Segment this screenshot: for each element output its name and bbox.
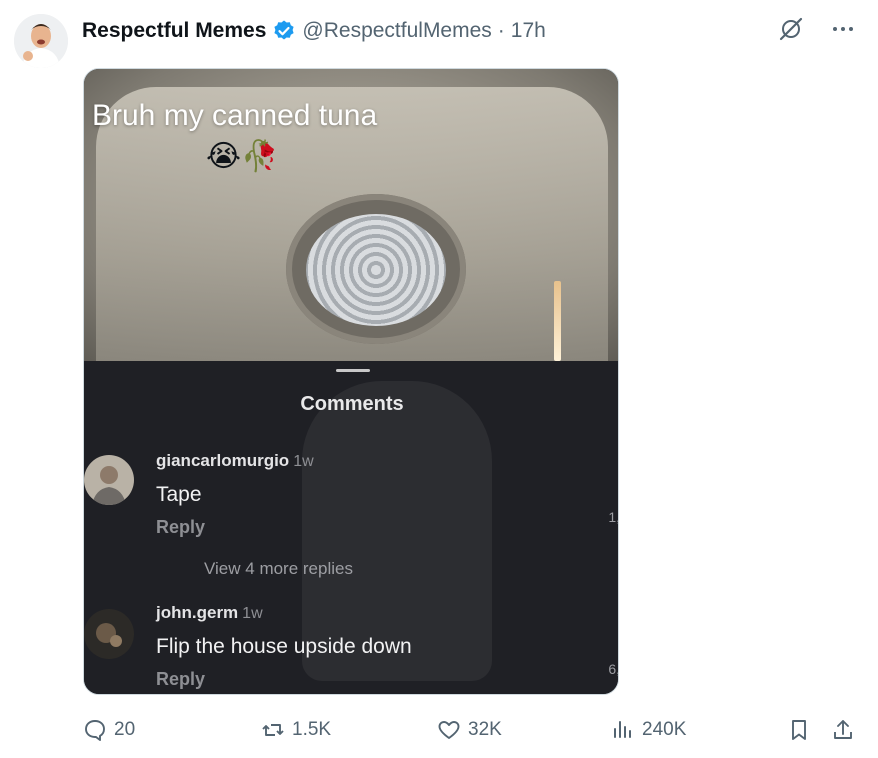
caption-emoji: 😭🥀 xyxy=(206,140,279,173)
author-handle[interactable]: @RespectfulMemes xyxy=(302,19,491,43)
comment-username: john.germ 1w xyxy=(156,603,263,622)
repost-icon xyxy=(262,724,284,736)
share-action[interactable] xyxy=(830,714,856,746)
heart-icon xyxy=(438,721,460,739)
tweet-header: Respectful Memes @RespectfulMemes · 17h xyxy=(82,16,546,46)
comments-sheet: Comments giancarlomurgio 1w Tape Reply 1,… xyxy=(84,361,619,694)
share-icon xyxy=(834,720,852,739)
verified-badge-icon xyxy=(272,19,296,43)
image-caption: Bruh my canned tuna xyxy=(92,99,378,132)
tweet-actions: 20 1.5K 32K 240K xyxy=(82,714,862,746)
comment-username: giancarlomurgio 1w xyxy=(156,451,314,470)
reply-icon xyxy=(85,720,105,741)
reply-action[interactable]: 20 xyxy=(82,714,135,746)
like-count: 32K xyxy=(468,719,502,740)
separator-dot: · xyxy=(497,19,505,42)
bookmark-icon xyxy=(792,720,806,740)
comment-text: Tape xyxy=(156,483,202,506)
like-action[interactable]: 32K xyxy=(436,714,502,746)
author-avatar[interactable] xyxy=(14,14,68,68)
commenter-avatar xyxy=(84,609,134,659)
bookmark-action[interactable] xyxy=(786,714,812,746)
comment-like-count: 6, xyxy=(608,661,619,677)
comments-title: Comments xyxy=(300,393,404,415)
repost-count: 1.5K xyxy=(292,719,332,740)
tweet-media[interactable]: Bruh my canned tuna 😭🥀 Comments giancarl… xyxy=(83,68,619,695)
post-time[interactable]: 17h xyxy=(511,19,546,43)
view-count: 240K xyxy=(642,719,687,740)
reply-button[interactable]: Reply xyxy=(156,669,205,690)
sheet-drag-handle xyxy=(336,369,370,372)
view-more-replies[interactable]: View 4 more replies xyxy=(204,559,353,579)
repost-action[interactable]: 1.5K xyxy=(260,714,331,746)
commenter-avatar xyxy=(84,455,134,505)
analytics-icon xyxy=(614,721,631,738)
reply-count: 20 xyxy=(114,719,136,740)
more-options-icon[interactable] xyxy=(828,14,858,44)
tuna-can-lid xyxy=(306,214,446,326)
comment-text: Flip the house upside down xyxy=(156,635,412,658)
author-name[interactable]: Respectful Memes xyxy=(82,19,266,43)
comment-like-count: 1, xyxy=(608,509,619,525)
sink-photo: Bruh my canned tuna 😭🥀 xyxy=(84,69,618,367)
grok-icon[interactable] xyxy=(776,14,806,44)
views-action[interactable]: 240K xyxy=(610,714,686,746)
reply-button[interactable]: Reply xyxy=(156,517,205,538)
